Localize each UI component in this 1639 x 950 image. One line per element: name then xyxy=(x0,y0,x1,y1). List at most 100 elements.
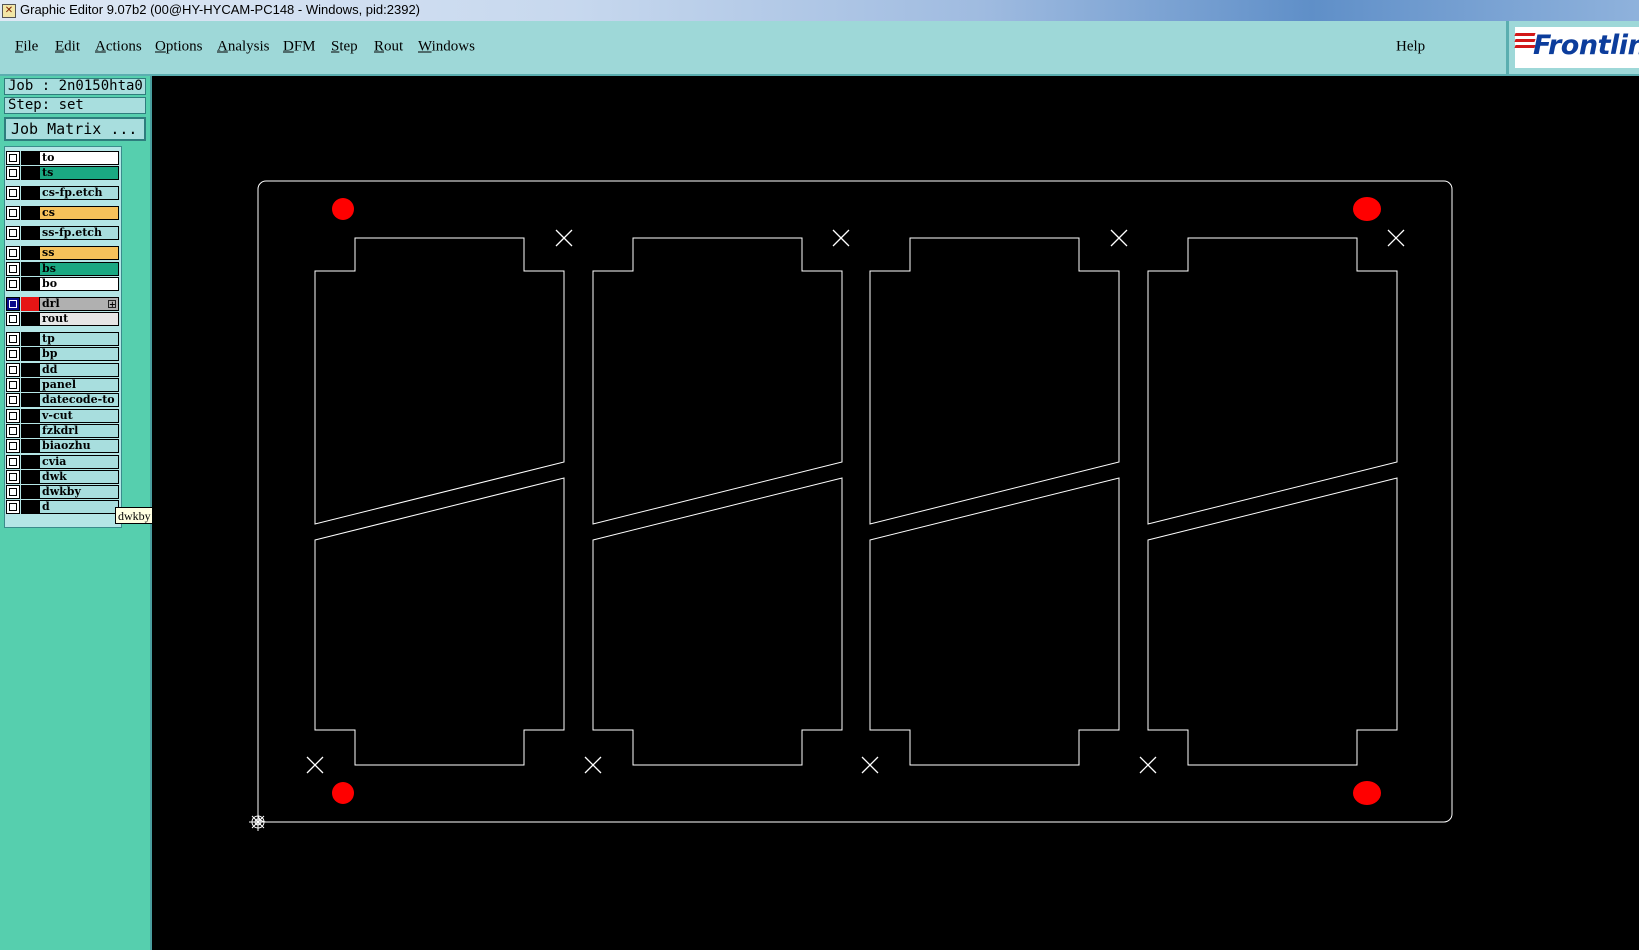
layer-checkbox[interactable] xyxy=(6,439,20,453)
layer-row-drl[interactable]: drl + xyxy=(6,297,119,311)
layer-row-biaozhu[interactable]: biaozhu xyxy=(6,439,119,453)
layer-name[interactable]: biaozhu xyxy=(39,439,119,453)
layer-name[interactable]: panel xyxy=(39,378,119,392)
layer-row-panel[interactable]: panel xyxy=(6,378,119,392)
menu-options[interactable]: Options xyxy=(155,39,203,56)
layer-row-dwk[interactable]: dwk xyxy=(6,470,119,484)
layer-checkbox[interactable] xyxy=(6,485,20,499)
layer-checkbox[interactable] xyxy=(6,312,20,326)
layer-affected-indicator[interactable] xyxy=(21,455,39,469)
layer-name[interactable]: dwk xyxy=(39,470,119,484)
menu-analysis[interactable]: Analysis xyxy=(217,39,270,56)
layer-checkbox[interactable] xyxy=(6,347,20,361)
layer-row-cs[interactable]: cs xyxy=(6,206,119,220)
layer-name[interactable]: cvia xyxy=(39,455,119,469)
menu-actions[interactable]: Actions xyxy=(95,39,142,56)
layer-affected-indicator[interactable] xyxy=(21,226,39,240)
layer-row-fzkdrl[interactable]: fzkdrl xyxy=(6,424,119,438)
layer-checkbox[interactable] xyxy=(6,409,20,423)
layer-affected-indicator[interactable] xyxy=(21,206,39,220)
layer-checkbox[interactable] xyxy=(6,186,20,200)
menu-windows[interactable]: Windows xyxy=(418,39,475,56)
layer-checkbox[interactable] xyxy=(6,206,20,220)
layer-checkbox[interactable] xyxy=(6,378,20,392)
layer-row-tp[interactable]: tp xyxy=(6,332,119,346)
layer-row-d[interactable]: d xyxy=(6,500,119,514)
layer-row-rout[interactable]: rout xyxy=(6,312,119,326)
layer-affected-indicator[interactable] xyxy=(21,409,39,423)
layer-affected-indicator[interactable] xyxy=(21,312,39,326)
layer-affected-indicator[interactable] xyxy=(21,500,39,514)
layer-affected-indicator[interactable] xyxy=(21,332,39,346)
layer-name[interactable]: dwkby xyxy=(39,485,119,499)
layer-name[interactable]: cs xyxy=(39,206,119,220)
layer-checkbox[interactable] xyxy=(6,277,20,291)
board-drawing[interactable] xyxy=(152,76,1639,950)
menu-step[interactable]: Step xyxy=(331,39,358,56)
menu-rout[interactable]: Rout xyxy=(374,39,403,56)
layer-checkbox[interactable] xyxy=(6,424,20,438)
layer-name[interactable]: tp xyxy=(39,332,119,346)
layer-row-datecode-to[interactable]: datecode-to xyxy=(6,393,119,407)
layer-name[interactable]: rout xyxy=(39,312,119,326)
layer-affected-indicator[interactable] xyxy=(21,347,39,361)
layer-checkbox[interactable] xyxy=(6,455,20,469)
menu-file[interactable]: File xyxy=(15,39,38,56)
layer-row-bo[interactable]: bo xyxy=(6,277,119,291)
layer-name[interactable]: cs-fp.etch xyxy=(39,186,119,200)
layer-affected-indicator[interactable] xyxy=(21,439,39,453)
layer-affected-indicator[interactable] xyxy=(21,277,39,291)
layer-row-bs[interactable]: bs xyxy=(6,262,119,276)
layer-affected-indicator[interactable] xyxy=(21,186,39,200)
layer-affected-indicator[interactable] xyxy=(21,424,39,438)
layer-checkbox[interactable] xyxy=(6,262,20,276)
layer-affected-indicator[interactable] xyxy=(21,246,39,260)
layer-checkbox[interactable] xyxy=(6,332,20,346)
job-matrix-button[interactable]: Job Matrix ... xyxy=(4,117,146,141)
layer-name[interactable]: d xyxy=(39,500,119,514)
layer-affected-indicator[interactable] xyxy=(21,363,39,377)
layer-affected-indicator[interactable] xyxy=(21,297,39,311)
layer-row-bp[interactable]: bp xyxy=(6,347,119,361)
layer-row-ss-fp.etch[interactable]: ss-fp.etch xyxy=(6,226,119,240)
layer-name[interactable]: bo xyxy=(39,277,119,291)
layer-row-cvia[interactable]: cvia xyxy=(6,455,119,469)
layer-row-ts[interactable]: ts xyxy=(6,166,119,180)
layer-name[interactable]: ss-fp.etch xyxy=(39,226,119,240)
layer-row-v-cut[interactable]: v-cut xyxy=(6,409,119,423)
layer-affected-indicator[interactable] xyxy=(21,393,39,407)
layer-checkbox[interactable] xyxy=(6,297,20,311)
layer-affected-indicator[interactable] xyxy=(21,470,39,484)
layer-name[interactable]: ts xyxy=(39,166,119,180)
layer-expand-icon[interactable]: + xyxy=(108,300,116,308)
layer-affected-indicator[interactable] xyxy=(21,151,39,165)
layer-checkbox[interactable] xyxy=(6,226,20,240)
layer-name[interactable]: bs xyxy=(39,262,119,276)
layer-checkbox[interactable] xyxy=(6,470,20,484)
menu-help[interactable]: Help xyxy=(1396,39,1425,56)
layer-checkbox[interactable] xyxy=(6,151,20,165)
layer-name[interactable]: drl + xyxy=(39,297,119,311)
layer-name[interactable]: datecode-to xyxy=(39,393,119,407)
layer-checkbox[interactable] xyxy=(6,500,20,514)
layer-affected-indicator[interactable] xyxy=(21,262,39,276)
layer-name[interactable]: v-cut xyxy=(39,409,119,423)
layer-checkbox[interactable] xyxy=(6,166,20,180)
layer-affected-indicator[interactable] xyxy=(21,378,39,392)
layer-affected-indicator[interactable] xyxy=(21,485,39,499)
layer-row-dwkby[interactable]: dwkby xyxy=(6,485,119,499)
layer-checkbox[interactable] xyxy=(6,393,20,407)
layer-name[interactable]: bp xyxy=(39,347,119,361)
menu-dfm[interactable]: DFM xyxy=(283,39,316,56)
layer-row-dd[interactable]: dd xyxy=(6,363,119,377)
layer-name[interactable]: ss xyxy=(39,246,119,260)
layer-name[interactable]: fzkdrl xyxy=(39,424,119,438)
menu-edit[interactable]: Edit xyxy=(55,39,80,56)
layer-checkbox[interactable] xyxy=(6,246,20,260)
layer-name[interactable]: to xyxy=(39,151,119,165)
layer-row-ss[interactable]: ss xyxy=(6,246,119,260)
layer-affected-indicator[interactable] xyxy=(21,166,39,180)
layer-row-to[interactable]: to xyxy=(6,151,119,165)
layer-name[interactable]: dd xyxy=(39,363,119,377)
graphic-canvas[interactable] xyxy=(152,76,1639,950)
